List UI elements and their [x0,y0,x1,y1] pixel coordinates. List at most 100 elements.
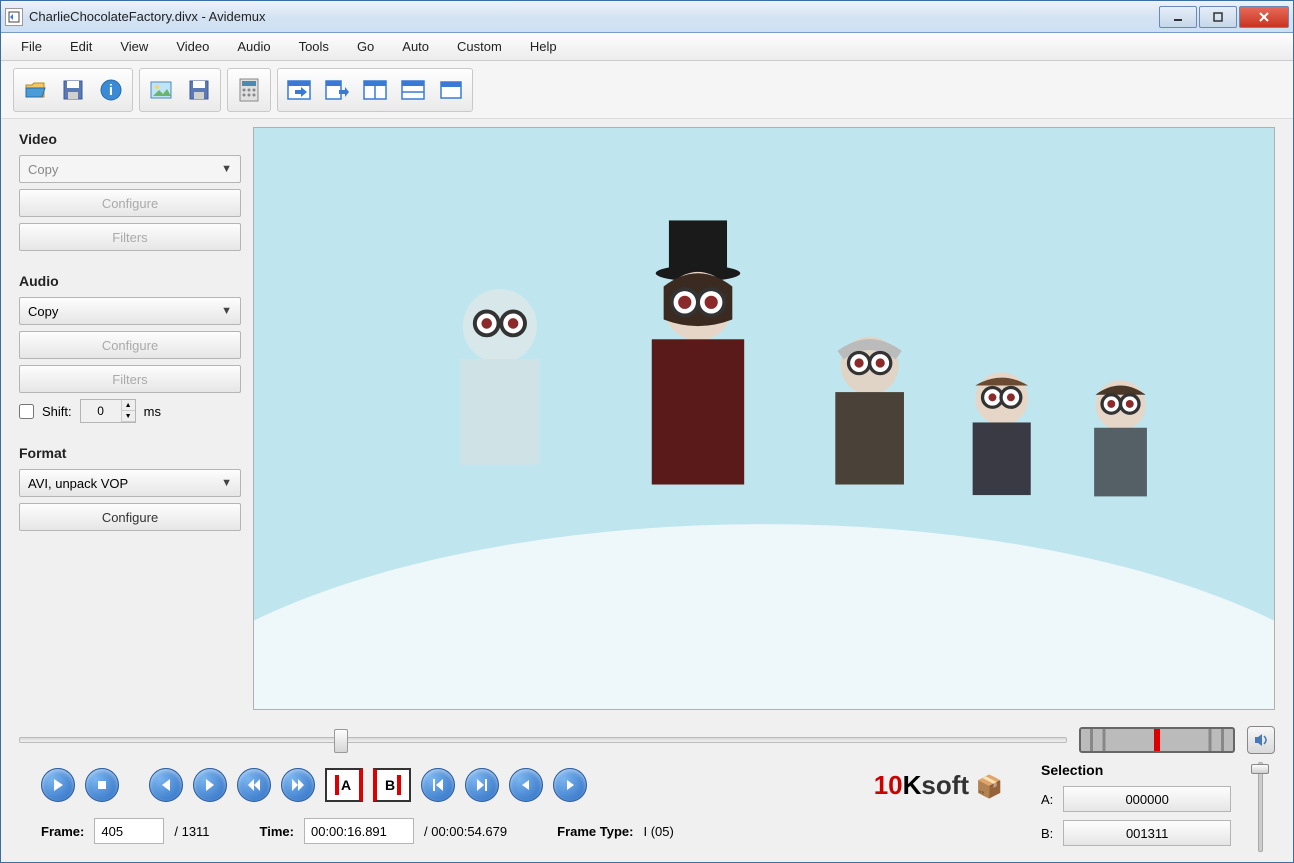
menu-custom[interactable]: Custom [443,35,516,58]
speaker-button[interactable] [1247,726,1275,754]
audio-shift-row: Shift: 0 ▲▼ ms [19,399,241,423]
selection-panel: Selection A: 000000 B: 001311 [1041,762,1231,846]
video-filters-button[interactable]: Filters [19,223,241,251]
menu-help[interactable]: Help [516,35,571,58]
calculator-icon[interactable] [234,75,264,105]
selection-b-label: B: [1041,826,1053,841]
layout-export-icon[interactable] [322,75,352,105]
audio-filters-button[interactable]: Filters [19,365,241,393]
video-codec-value: Copy [28,162,58,177]
audio-section-label: Audio [19,273,241,289]
shift-value: 0 [81,404,121,418]
next-frame-button[interactable] [193,768,227,802]
menu-go[interactable]: Go [343,35,388,58]
shift-checkbox[interactable] [19,404,34,419]
toolbar-group-image [139,68,221,112]
next-black-button[interactable] [553,768,587,802]
menubar: File Edit View Video Audio Tools Go Auto… [1,33,1293,61]
menu-file[interactable]: File [7,35,56,58]
right-panel: Selection A: 000000 B: 001311 [1041,762,1275,858]
chevron-down-icon: ▼ [221,305,232,317]
maximize-button[interactable] [1199,6,1237,28]
shift-value-stepper[interactable]: 0 ▲▼ [80,399,136,423]
layout-rows-icon[interactable] [398,75,428,105]
close-button[interactable] [1239,6,1289,28]
audio-codec-value: Copy [28,304,58,319]
format-configure-button[interactable]: Configure [19,503,241,531]
picture-load-icon[interactable] [146,75,176,105]
next-keyframe-button[interactable] [281,768,315,802]
volume-thumb[interactable] [1251,764,1269,774]
minimize-button[interactable] [1159,6,1197,28]
open-file-icon[interactable] [20,75,50,105]
info-icon[interactable]: i [96,75,126,105]
svg-text:i: i [109,82,113,99]
frame-label: Frame: [41,824,84,839]
prev-black-button[interactable] [509,768,543,802]
jog-wheel[interactable] [1079,727,1235,753]
toolbar-group-file: i [13,68,133,112]
menu-edit[interactable]: Edit [56,35,106,58]
frame-input[interactable]: 405 [94,818,164,844]
timeline-slider[interactable] [19,737,1067,743]
prev-frame-button[interactable] [149,768,183,802]
video-section-label: Video [19,131,241,147]
menu-video[interactable]: Video [162,35,223,58]
video-configure-button[interactable]: Configure [19,189,241,217]
selection-title: Selection [1041,762,1231,778]
watermark-logo: 10Ksoft 📦 [874,770,1003,801]
frametype-label: Frame Type: [557,824,633,839]
window-controls [1159,6,1289,28]
lower-left: A B 10Ksoft 📦 Frame: 405 / 1311 Time: 00… [19,762,1025,858]
lower-area: A B 10Ksoft 📦 Frame: 405 / 1311 Time: 00… [1,762,1293,862]
save-file-icon[interactable] [58,75,88,105]
play-button[interactable] [41,768,75,802]
window-title: CharlieChocolateFactory.divx - Avidemux [29,9,1159,24]
prev-keyframe-button[interactable] [237,768,271,802]
timeline-thumb[interactable] [334,729,348,753]
spin-down-icon[interactable]: ▼ [122,411,135,422]
format-select[interactable]: AVI, unpack VOP ▼ [19,469,241,497]
toolbar-group-layout [277,68,473,112]
menu-audio[interactable]: Audio [223,35,284,58]
selection-a-label: A: [1041,792,1053,807]
selection-b-button[interactable]: 001311 [1063,820,1231,846]
spin-up-icon[interactable]: ▲ [122,400,135,411]
playback-controls: A B 10Ksoft 📦 [19,762,1025,808]
selection-a-button[interactable]: 000000 [1063,786,1231,812]
menu-tools[interactable]: Tools [285,35,343,58]
set-marker-a-button[interactable]: A [325,768,363,802]
time-label: Time: [260,824,294,839]
picture-save-icon[interactable] [184,75,214,105]
timeline-row [1,718,1293,762]
volume-slider[interactable] [1245,762,1275,852]
menu-view[interactable]: View [106,35,162,58]
frametype-value: I (05) [643,824,673,839]
layout-single-icon[interactable] [436,75,466,105]
app-icon [5,8,23,26]
chevron-down-icon: ▼ [221,163,232,175]
audio-codec-select[interactable]: Copy ▼ [19,297,241,325]
video-preview [253,127,1275,710]
layout-columns-icon[interactable] [360,75,390,105]
format-value: AVI, unpack VOP [28,476,128,491]
shift-label: Shift: [42,404,72,419]
video-codec-select[interactable]: Copy ▼ [19,155,241,183]
box-icon: 📦 [976,774,1003,799]
chevron-down-icon: ▼ [221,477,232,489]
layout-right-icon[interactable] [284,75,314,105]
set-marker-b-button[interactable]: B [373,768,411,802]
time-input[interactable]: 00:00:16.891 [304,818,414,844]
toolbar: i [1,61,1293,119]
toolbar-group-calc [227,68,271,112]
content-area: Video Copy ▼ Configure Filters Audio Cop… [1,119,1293,718]
stop-button[interactable] [85,768,119,802]
goto-end-button[interactable] [465,768,499,802]
app-window: CharlieChocolateFactory.divx - Avidemux … [0,0,1294,863]
goto-start-button[interactable] [421,768,455,802]
frame-total: / 1311 [174,824,209,839]
audio-configure-button[interactable]: Configure [19,331,241,359]
sidebar: Video Copy ▼ Configure Filters Audio Cop… [19,127,241,710]
menu-auto[interactable]: Auto [388,35,443,58]
format-section-label: Format [19,445,241,461]
